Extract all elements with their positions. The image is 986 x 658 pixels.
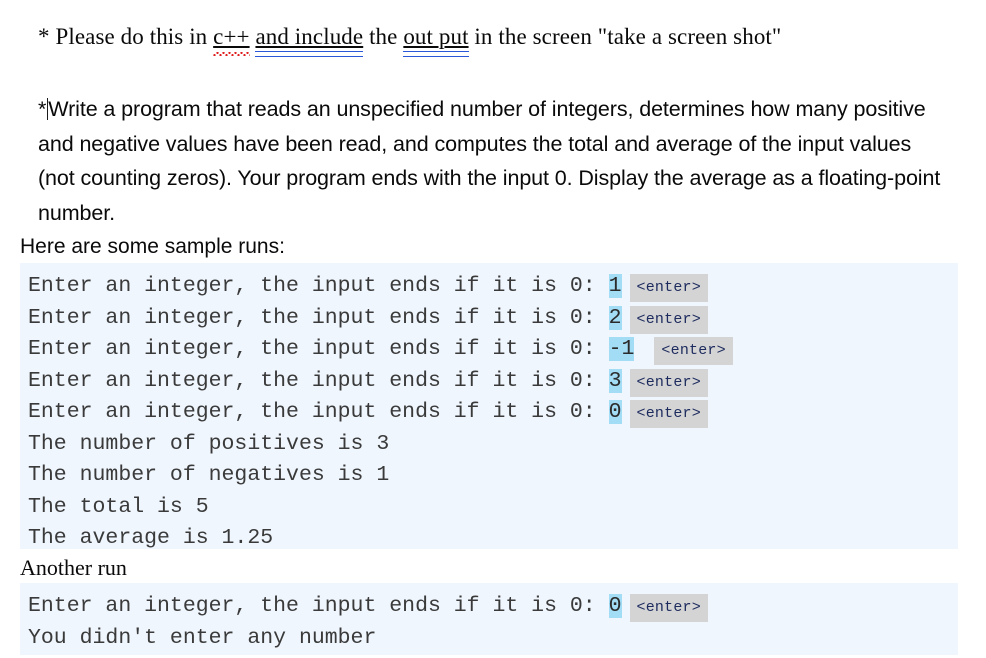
enter-key-badge: <enter> xyxy=(629,274,708,302)
task-asterisk: * xyxy=(38,97,47,121)
console-output-line: You didn't enter any number xyxy=(28,625,377,650)
enter-key-badge: <enter> xyxy=(629,594,708,622)
task-body-text: Write a program that reads an unspecifie… xyxy=(38,97,941,225)
console-typed-input[interactable]: 0 xyxy=(608,400,622,424)
console-line-prompt: Enter an integer, the input ends if it i… xyxy=(28,303,958,335)
console-prompt-text: Enter an integer, the input ends if it i… xyxy=(28,337,609,361)
sample-runs-label: Here are some sample runs: xyxy=(20,235,285,258)
enter-key-badge: <enter> xyxy=(629,368,708,397)
console-typed-input[interactable]: 2 xyxy=(608,305,622,330)
console-typed-input[interactable]: -1 xyxy=(608,337,635,361)
instruction-mid-text: the xyxy=(363,24,404,49)
instruction-suffix: in the screen "take a screen shot" xyxy=(468,24,782,49)
enter-key-badge: <enter> xyxy=(654,337,733,365)
console-prompt-text: Enter an integer, the input ends if it i… xyxy=(28,274,609,298)
console-line-prompt: Enter an integer, the input ends if it i… xyxy=(28,397,958,429)
console-line-prompt: Enter an integer, the input ends if it i… xyxy=(28,366,958,398)
console-prompt-text: Enter an integer, the input ends if it i… xyxy=(28,400,609,424)
console-output-block-1: Enter an integer, the input ends if it i… xyxy=(20,263,958,550)
instruction-line: * Please do this in c++ and include the … xyxy=(38,22,781,52)
spelling-error-cpp[interactable]: c++ xyxy=(213,24,249,49)
instruction-prefix: * Please do this in xyxy=(38,24,214,49)
console-output-line: The total is 5 xyxy=(28,494,209,519)
console-line-prompt: Enter an integer, the input ends if it i… xyxy=(28,334,958,366)
enter-key-badge: <enter> xyxy=(629,400,708,428)
task-paragraph[interactable]: *Write a program that reads an unspecifi… xyxy=(38,92,952,230)
enter-key-badge: <enter> xyxy=(629,305,708,334)
console-line-prompt: Enter an integer, the input ends if it i… xyxy=(28,271,958,303)
grammar-error-and-include[interactable]: and include xyxy=(255,24,363,49)
console-prompt-text: Enter an integer, the input ends if it i… xyxy=(28,594,609,618)
console-output-line: The number of negatives is 1 xyxy=(28,463,390,487)
console-output-line: The average is 1.25 xyxy=(28,526,274,550)
console-prompt-text: Enter an integer, the input ends if it i… xyxy=(28,305,609,330)
console-output-block-2: Enter an integer, the input ends if it i… xyxy=(20,583,958,655)
another-run-label: Another run xyxy=(20,555,127,580)
console-line-prompt: Enter an integer, the input ends if it i… xyxy=(28,591,958,623)
console-output-line: The number of positives is 3 xyxy=(28,431,390,456)
console-typed-input[interactable]: 1 xyxy=(608,274,622,298)
console-prompt-text: Enter an integer, the input ends if it i… xyxy=(28,368,609,393)
console-typed-input[interactable]: 0 xyxy=(608,594,622,618)
grammar-error-out-put[interactable]: out put xyxy=(403,24,468,49)
console-typed-input[interactable]: 3 xyxy=(608,368,622,393)
